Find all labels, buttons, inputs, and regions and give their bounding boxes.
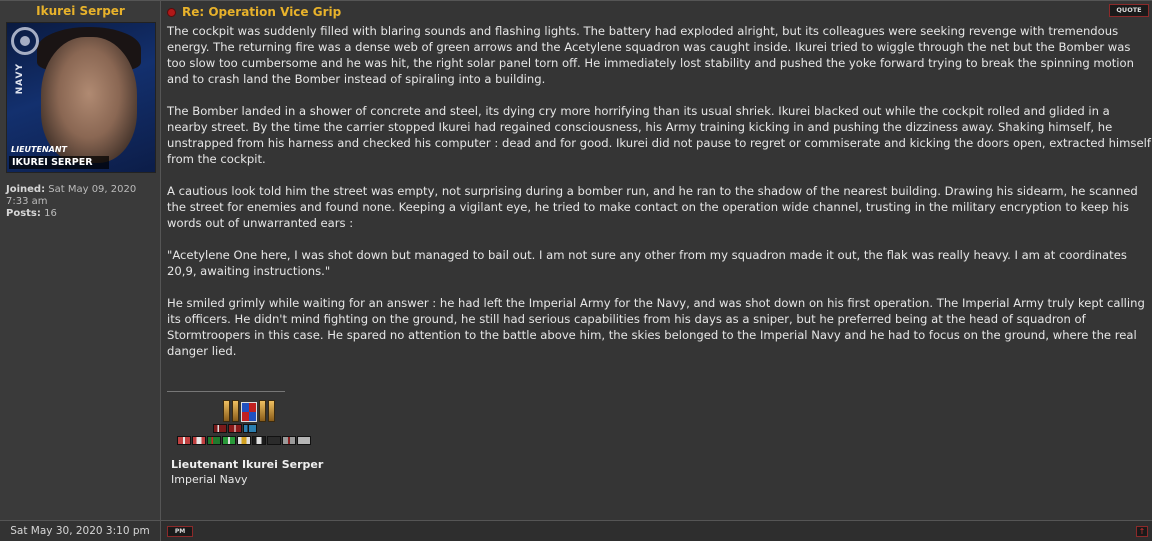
signature-divider: [167, 391, 285, 392]
post-title-text[interactable]: Re: Operation Vice Grip: [182, 5, 341, 19]
post-paragraph: "Acetylene One here, I was shot down but…: [167, 248, 1127, 278]
post-icon: [167, 7, 176, 17]
medal-icon: [232, 400, 239, 422]
medal-icon: [223, 400, 230, 422]
posts-label: Posts:: [6, 208, 41, 219]
ribbon-icon: [213, 424, 227, 433]
profile-details: Joined: Sat May 09, 2020 7:33 am Posts: …: [6, 184, 156, 220]
ribbon-icon: [207, 436, 221, 445]
post-content: The cockpit was suddenly filled with bla…: [167, 23, 1152, 375]
signature-branch: Imperial Navy: [171, 473, 248, 486]
author-profile: Ikurei Serper NAVY LIEUTENANT IKUREI SER…: [0, 1, 161, 521]
ribbon-icon: [177, 436, 191, 445]
ribbon-icon: [252, 436, 266, 445]
medals-image: [223, 398, 275, 422]
avatar-nameplate: IKUREI SERPER: [9, 156, 109, 169]
post-paragraph: A cautious look told him the street was …: [167, 184, 1138, 230]
ribbon-icon: [222, 436, 236, 445]
ribbon-icon: [267, 436, 281, 445]
posts-value: 16: [44, 208, 57, 219]
ribbon-icon: [282, 436, 296, 445]
quote-button[interactable]: QUOTE: [1109, 4, 1149, 17]
author-name[interactable]: Ikurei Serper: [0, 4, 161, 18]
ribbon-icon: [237, 436, 251, 445]
medal-icon: [259, 400, 266, 422]
joined-label: Joined:: [6, 184, 46, 195]
avatar: NAVY LIEUTENANT IKUREI SERPER: [6, 22, 156, 173]
ribbon-row-bottom: [177, 436, 311, 445]
avatar-rank: LIEUTENANT: [11, 145, 67, 154]
ribbon-icon: [192, 436, 206, 445]
back-to-top-icon[interactable]: ↑: [1136, 526, 1148, 537]
imperial-emblem-icon: [11, 27, 39, 55]
post-date: Sat May 30, 2020 3:10 pm: [0, 521, 161, 541]
avatar-vertical-text: NAVY: [15, 63, 25, 95]
medal-box-icon: [241, 402, 257, 422]
post-paragraph: He smiled grimly while waiting for an an…: [167, 296, 1145, 358]
post-paragraph: The cockpit was suddenly filled with bla…: [167, 24, 1134, 86]
signature-name: Lieutenant Ikurei Serper: [171, 458, 324, 471]
forum-post: Ikurei Serper NAVY LIEUTENANT IKUREI SER…: [0, 0, 1152, 521]
post-paragraph: The Bomber landed in a shower of concret…: [167, 104, 1151, 166]
medal-icon: [268, 400, 275, 422]
post-footer: Sat May 30, 2020 3:10 pm PM ↑: [0, 520, 1152, 541]
ribbon-icon: [228, 424, 242, 433]
post-body: Re: Operation Vice Grip QUOTE The cockpi…: [161, 1, 1152, 521]
pm-button[interactable]: PM: [167, 526, 193, 537]
ribbon-icon: [297, 436, 311, 445]
post-title: Re: Operation Vice Grip: [167, 5, 341, 19]
ribbon-row-top: [213, 424, 257, 433]
ribbon-icon: [243, 424, 257, 433]
